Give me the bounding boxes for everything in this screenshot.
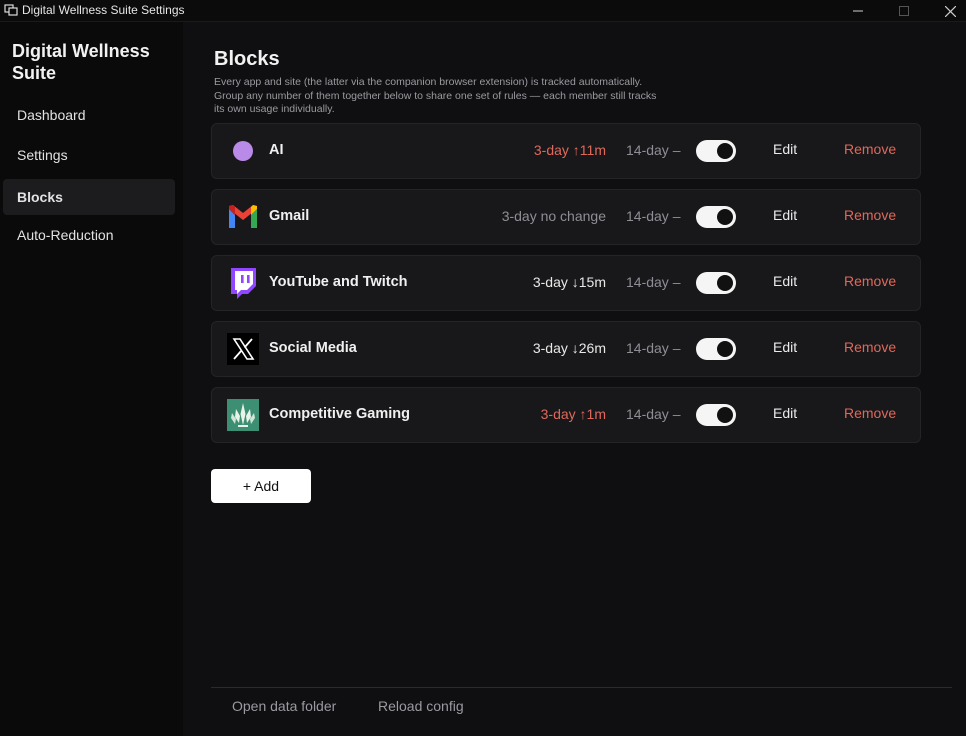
block-row: YouTube and Twitch 3-day ↓15m 14-day – E… xyxy=(211,255,921,311)
sidebar-item-auto-reduction[interactable]: Auto-Reduction xyxy=(3,217,175,253)
block-row: Social Media 3-day ↓26m 14-day – Edit Re… xyxy=(211,321,921,377)
block-enabled-toggle[interactable] xyxy=(696,206,736,228)
toggle-knob xyxy=(717,275,733,291)
reload-config-button[interactable]: Reload config xyxy=(378,698,464,714)
sidebar: Digital Wellness Suite Dashboard Setting… xyxy=(0,22,183,736)
open-data-folder-button[interactable]: Open data folder xyxy=(232,698,336,714)
twitch-icon xyxy=(227,267,259,299)
toggle-knob xyxy=(717,341,733,357)
trend-3day: 3-day ↑11m xyxy=(533,142,606,158)
window-title: Digital Wellness Suite Settings xyxy=(22,3,185,17)
maximize-button[interactable] xyxy=(881,0,927,22)
trend-14day: 14-day – xyxy=(626,340,681,356)
remove-button[interactable]: Remove xyxy=(844,207,896,223)
sidebar-item-blocks[interactable]: Blocks xyxy=(3,179,175,215)
add-block-button[interactable]: + Add xyxy=(211,469,311,503)
trend-3day: 3-day ↑1m xyxy=(540,406,606,422)
page-title: Blocks xyxy=(214,48,280,70)
trend-3day: 3-day ↓26m xyxy=(532,340,606,356)
remove-button[interactable]: Remove xyxy=(844,405,896,421)
purple-dot-icon xyxy=(227,135,259,167)
app-brand: Digital Wellness Suite xyxy=(12,41,150,83)
block-enabled-toggle[interactable] xyxy=(696,140,736,162)
block-row: AI 3-day ↑11m 14-day – Edit Remove xyxy=(211,123,921,179)
app-icon xyxy=(4,4,18,16)
trend-14day: 14-day – xyxy=(626,208,681,224)
toggle-knob xyxy=(717,407,733,423)
remove-button[interactable]: Remove xyxy=(844,339,896,355)
trend-3day: 3-day ↓15m xyxy=(532,274,606,290)
block-name: YouTube and Twitch xyxy=(269,274,408,290)
block-name: AI xyxy=(269,142,284,158)
sidebar-item-dashboard[interactable]: Dashboard xyxy=(3,97,175,133)
edit-button[interactable]: Edit xyxy=(773,273,797,289)
footer-divider xyxy=(211,687,952,688)
block-enabled-toggle[interactable] xyxy=(696,404,736,426)
trend-14day: 14-day – xyxy=(626,406,681,422)
main-content: Blocks Every app and site (the latter vi… xyxy=(183,22,966,736)
block-row: Competitive Gaming 3-day ↑1m 14-day – Ed… xyxy=(211,387,921,443)
page-description: Every app and site (the latter via the c… xyxy=(214,76,657,115)
close-icon xyxy=(944,5,956,17)
remove-button[interactable]: Remove xyxy=(844,273,896,289)
trend-3day: 3-day no change xyxy=(501,208,606,224)
gaming-icon xyxy=(227,399,259,431)
block-row: Gmail 3-day no change 14-day – Edit Remo… xyxy=(211,189,921,245)
edit-button[interactable]: Edit xyxy=(773,339,797,355)
maximize-icon xyxy=(899,6,909,16)
edit-button[interactable]: Edit xyxy=(773,405,797,421)
minimize-icon xyxy=(853,10,863,12)
remove-button[interactable]: Remove xyxy=(844,141,896,157)
block-name: Competitive Gaming xyxy=(269,406,410,422)
block-enabled-toggle[interactable] xyxy=(696,338,736,360)
x-icon xyxy=(227,333,259,365)
window-titlebar: Digital Wellness Suite Settings xyxy=(0,0,966,22)
edit-button[interactable]: Edit xyxy=(773,141,797,157)
block-name: Gmail xyxy=(269,208,310,224)
minimize-button[interactable] xyxy=(835,0,881,22)
toggle-knob xyxy=(717,209,733,225)
trend-14day: 14-day – xyxy=(626,142,681,158)
sidebar-item-settings[interactable]: Settings xyxy=(3,137,175,173)
block-name: Social Media xyxy=(269,340,357,356)
block-enabled-toggle[interactable] xyxy=(696,272,736,294)
gmail-icon xyxy=(227,201,259,233)
trend-14day: 14-day – xyxy=(626,274,681,290)
edit-button[interactable]: Edit xyxy=(773,207,797,223)
close-button[interactable] xyxy=(927,0,966,22)
toggle-knob xyxy=(717,143,733,159)
